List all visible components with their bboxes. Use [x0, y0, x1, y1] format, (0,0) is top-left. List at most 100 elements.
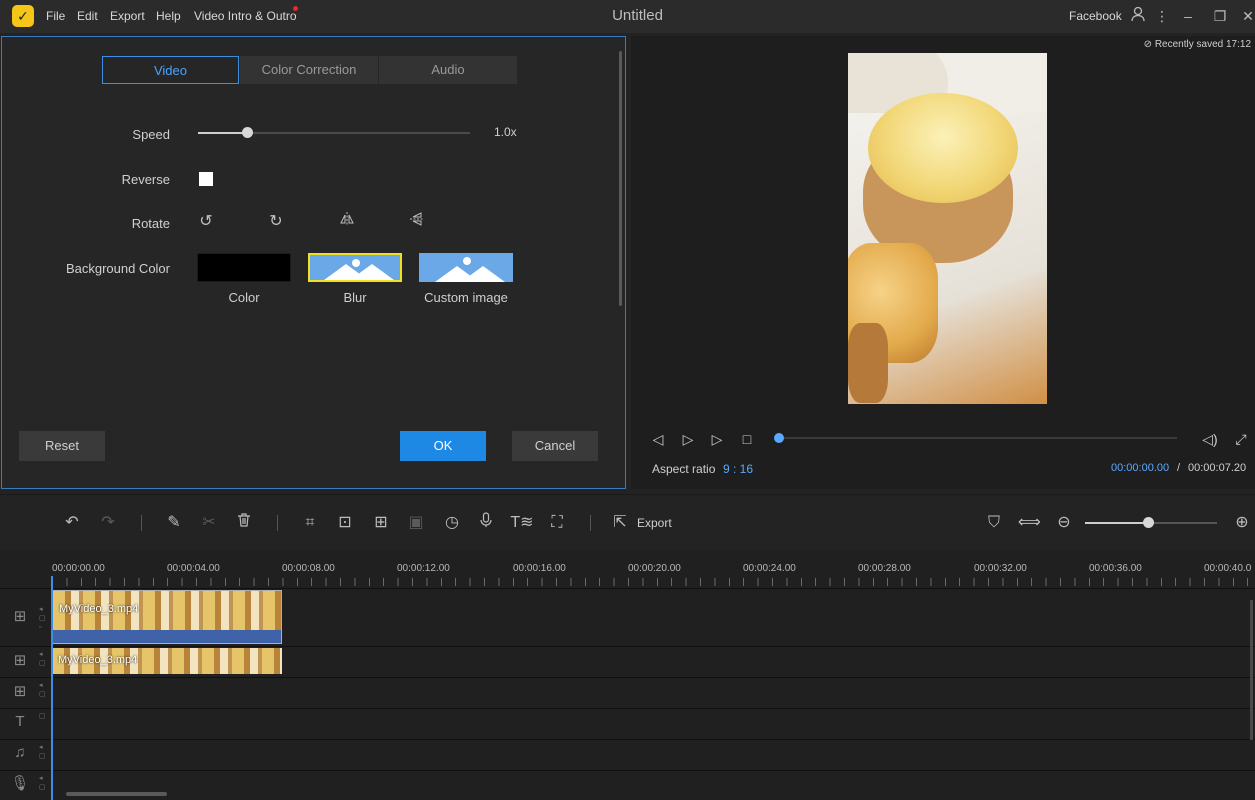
reset-button[interactable]: Reset [19, 431, 105, 461]
playback-progress-handle[interactable] [774, 433, 784, 443]
window-title: Untitled [612, 7, 663, 24]
panel-scrollbar[interactable] [619, 51, 622, 306]
play-icon[interactable]: ▷ [678, 429, 698, 449]
ruler-label: 00:00:08.00 [282, 563, 335, 574]
aspect-ratio-value[interactable]: 9 : 16 [723, 462, 753, 476]
background-option-label: Blur [343, 290, 367, 305]
crop-icon[interactable]: ⌗ [299, 512, 321, 534]
reverse-checkbox[interactable] [199, 172, 213, 186]
export-button[interactable]: Export [637, 516, 672, 530]
menu-video-intro-outro[interactable]: Video Intro & Outro [194, 9, 297, 23]
image-placeholder-icon [352, 259, 360, 267]
restore-icon[interactable]: ❐ [1210, 6, 1230, 26]
toolbar-divider [277, 515, 278, 531]
playhead[interactable] [51, 576, 53, 800]
check-circle-icon: ⊘ [1143, 39, 1153, 50]
timeline-vertical-scrollbar[interactable] [1250, 600, 1253, 740]
undo-icon[interactable]: ↶ [61, 512, 83, 534]
rotate-right-icon[interactable]: ↻ [265, 211, 287, 233]
redo-icon[interactable]: ↷ [97, 512, 119, 534]
close-icon[interactable]: ✕ [1238, 6, 1255, 26]
aspect-ratio-label: Aspect ratio [652, 462, 716, 476]
menu-help[interactable]: Help [156, 9, 181, 23]
flip-horizontal-icon[interactable] [336, 211, 358, 233]
scissors-icon[interactable]: ✂ [198, 512, 220, 534]
microphone-icon[interactable] [475, 512, 497, 534]
menu-edit[interactable]: Edit [77, 9, 98, 23]
background-option-label: Color [228, 290, 260, 305]
text-icon: T [15, 713, 25, 730]
tab-video[interactable]: Video [102, 56, 239, 84]
ok-button[interactable]: OK [400, 431, 486, 461]
minimize-icon[interactable]: – [1178, 6, 1198, 26]
video-clip[interactable]: MyVideo_3.mp4 [52, 590, 282, 644]
cancel-button[interactable]: Cancel [512, 431, 598, 461]
reverse-label: Reverse [121, 172, 170, 187]
background-color-swatch[interactable] [197, 253, 291, 282]
ruler-label: 00:00:16.00 [513, 563, 566, 574]
video-preview-frame [848, 53, 1047, 404]
tab-audio[interactable]: Audio [379, 56, 517, 84]
marker-icon[interactable]: ⛉ [983, 512, 1005, 534]
next-frame-icon[interactable]: ▷ [707, 429, 727, 449]
speed-slider-handle[interactable] [242, 127, 253, 138]
duration-clock-icon[interactable]: ◷ [441, 512, 463, 534]
fullscreen-icon[interactable]: ⤢ [1231, 429, 1251, 449]
app-logo-icon: ✓ [12, 5, 34, 27]
background-color-label: Background Color [65, 261, 170, 276]
more-vertical-icon[interactable]: ⋮ [1152, 6, 1172, 26]
fit-timeline-icon[interactable]: ⟺ [1018, 512, 1041, 534]
delete-icon[interactable] [233, 512, 255, 534]
edit-pencil-icon[interactable]: ✎ [163, 512, 185, 534]
track-mute-lock-icon[interactable]: ◂ ▢ [39, 650, 49, 668]
egg [868, 93, 1018, 203]
previous-frame-icon[interactable]: ◁ [648, 429, 668, 449]
track-lock-icon[interactable]: ▢ [39, 712, 49, 721]
time-ruler[interactable] [52, 578, 1252, 586]
clip-name: MyVideo_3.mp4 [59, 603, 139, 615]
save-status: ⊘ Recently saved 17:12 [1144, 39, 1251, 50]
ruler-label: 00:00:32.00 [974, 563, 1027, 574]
film-icon: ⊞ [13, 652, 27, 669]
timeline-horizontal-scrollbar[interactable] [66, 792, 167, 796]
tab-color-correction[interactable]: Color Correction [240, 56, 378, 84]
background-blur-option[interactable] [308, 253, 402, 282]
background-custom-image-option[interactable] [419, 253, 513, 282]
account-name[interactable]: Facebook [1069, 9, 1122, 23]
clip-name: MyVideo_3.mp4 [58, 654, 138, 666]
current-time: 00:00:00.00 [1111, 462, 1170, 474]
menu-file[interactable]: File [46, 9, 65, 23]
export-icon[interactable]: ⇱ [609, 512, 631, 534]
rotate-label: Rotate [131, 216, 170, 231]
voice-track [0, 770, 1255, 800]
menu-export[interactable]: Export [110, 9, 145, 23]
music-note-icon: ♫ [14, 744, 26, 761]
volume-icon[interactable]: ◁) [1200, 429, 1220, 449]
image-adjust-icon[interactable]: ⛶ [546, 512, 568, 534]
track-mute-lock-icon[interactable]: ◂ ▢ [39, 743, 49, 761]
rotate-left-icon[interactable]: ↺ [195, 211, 217, 233]
split-screen-icon[interactable]: ⊞ [370, 512, 392, 534]
zoom-out-icon[interactable]: ⊖ [1053, 512, 1075, 534]
timeline: 00:00:00.00 00:00:04.00 00:00:08.00 00:0… [0, 550, 1255, 800]
microphone-icon: 🎙 [10, 775, 30, 792]
video-clip[interactable]: MyVideo_3.mp4 [52, 648, 282, 674]
user-icon[interactable] [1128, 6, 1148, 26]
track-mute-lock-icon[interactable]: ◂ ▢ [39, 774, 49, 792]
ruler-label: 00:00:24.00 [743, 563, 796, 574]
music-track [0, 739, 1255, 770]
stop-icon[interactable]: □ [737, 429, 757, 449]
track-mute-lock-icon[interactable]: ◂ ▢ ▫ [39, 605, 49, 632]
zoom-slider-handle[interactable] [1143, 517, 1155, 528]
flip-vertical-icon[interactable] [406, 211, 428, 233]
freeze-frame-icon[interactable]: ▣ [405, 512, 427, 534]
track-mute-lock-icon[interactable]: ◂ ▢ [39, 681, 49, 699]
potatoes [848, 323, 888, 403]
playback-progress-track[interactable] [777, 437, 1177, 439]
audio-waveform-bar [53, 630, 281, 643]
zoom-in-icon[interactable]: ⊕ [1231, 512, 1253, 534]
text-to-speech-icon[interactable]: T≋ [509, 512, 535, 534]
mosaic-icon[interactable]: ⊡ [334, 512, 356, 534]
video-track-3 [0, 677, 1255, 708]
ruler-label: 00:00:20.00 [628, 563, 681, 574]
